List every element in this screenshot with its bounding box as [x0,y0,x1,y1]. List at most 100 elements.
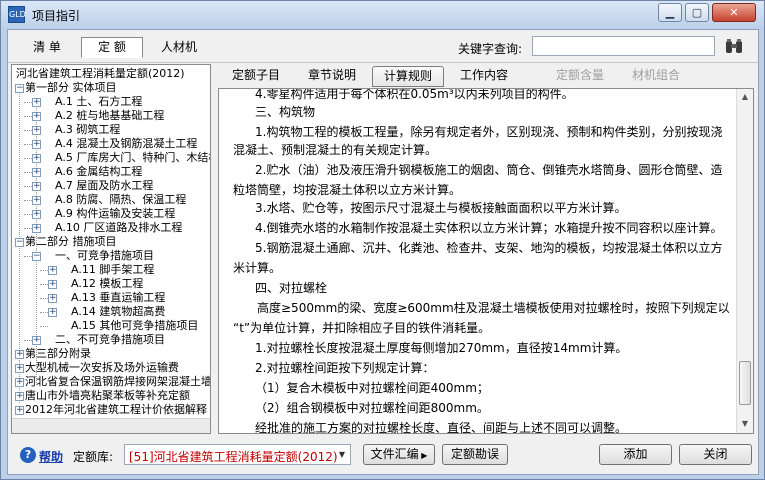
collapse-icon[interactable]: − [15,238,24,247]
expand-icon[interactable]: + [48,280,57,289]
tree-node-label: A.11 脚手架工程 [71,263,155,276]
expand-icon[interactable]: + [32,196,41,205]
close-window-button[interactable]: ✕ [712,3,756,22]
expand-icon[interactable]: + [32,126,41,135]
rule-text-line: 四、对拉螺栓 [255,281,328,295]
tree-connector [40,312,48,313]
expand-icon[interactable]: + [15,364,24,373]
expand-icon[interactable]: + [15,392,24,401]
rule-text-line: 4.零星构件适用于每个体积在0.05m³以内未列项目的构件。 [255,88,574,101]
rule-text-line: 混凝土、预制混凝土的有关规定计算。 [233,143,438,157]
tree-node-label: 第二部分 措施项目 [25,235,117,248]
expand-icon[interactable]: + [32,168,41,177]
tree-connector [24,228,32,229]
expand-icon[interactable]: + [32,336,41,345]
tab-bill[interactable]: 清 单 [16,37,78,58]
tab-chapter-notes[interactable]: 章节说明 [296,66,368,87]
tree-node-label: A.2 桩与地基基础工程 [55,109,165,122]
tree-connector [24,200,32,201]
expand-icon[interactable]: + [32,98,41,107]
tree-node-label: A.10 厂区道路及排水工程 [55,221,183,234]
expand-icon[interactable]: + [32,224,41,233]
rule-text-line: “t”为单位计算，并扣除相应子目的铁件消耗量。 [233,321,491,335]
expand-icon[interactable]: + [15,350,24,359]
app-icon: GLD [8,6,26,23]
tree-horizontal-scrollbar[interactable] [12,418,210,433]
tab-work-content[interactable]: 工作内容 [448,66,520,87]
tree-node-label: A.4 混凝土及钢筋混凝土工程 [55,137,198,150]
expand-icon[interactable]: + [48,294,57,303]
tree-connector [24,214,32,215]
rule-text-line: 3.水塔、贮仓等，按图示尺寸混凝土与模板接触面面积以平方米计算。 [255,201,627,215]
rule-text-line: 粒塔筒壁，均按混凝土体积以立方米计算。 [233,183,462,197]
tree-node-label: 大型机械一次安拆及场外运输费 [25,361,179,374]
tree-connector [24,256,32,257]
restore-button[interactable]: ▢ [685,3,709,22]
tree-node-label: 2012年河北省建筑工程计价依据解释 [25,403,207,416]
tree-connector [24,102,32,103]
rule-text-line: 5.钢筋混凝土通廊、沉井、化粪池、检查井、支架、地沟的模板，均按混凝土体积以立方 [255,241,723,255]
collapse-icon[interactable]: − [15,84,24,93]
quota-errata-button[interactable]: 定额勘误 [442,444,508,465]
scroll-up-icon[interactable]: ▲ [738,90,752,104]
help-icon[interactable]: ? [20,447,36,463]
tab-quota[interactable]: 定 额 [81,37,143,58]
tab-quota-content[interactable]: 定额含量 [544,66,616,87]
tree-connector [24,130,32,131]
scroll-down-icon[interactable]: ▼ [738,417,752,431]
scroll-thumb[interactable] [739,361,751,405]
quota-library-select[interactable]: [51]河北省建筑工程消耗量定额(2012) ▼ [124,444,351,465]
expand-icon[interactable]: + [32,154,41,163]
tree-connector [40,298,48,299]
rule-text-line: 三、构筑物 [255,105,316,119]
expand-icon[interactable]: + [32,112,41,121]
dropdown-arrow-icon[interactable]: ▼ [334,445,350,464]
tab-calculation-rules[interactable]: 计算规则 [372,66,444,87]
rule-text-line: 4.倒锥壳水塔的水箱制作按混凝土实体积以立方米计算；水箱提升按不同容积以座计算。 [255,221,723,235]
binoculars-icon[interactable] [724,38,744,56]
help-link[interactable]: 帮助 [39,448,63,465]
tree-node-label: A.9 构件运输及安装工程 [55,207,176,220]
rule-text-line: （2）组合钢模板中对拉螺栓间距800mm。 [255,401,489,415]
expand-icon[interactable]: + [32,140,41,149]
tree-connector [40,326,48,327]
rules-vertical-scrollbar[interactable]: ▲ ▼ [736,89,753,433]
tab-quota-items[interactable]: 定额子目 [220,66,292,87]
arrow-right-icon: ▶ [418,451,428,460]
tree-node-label: 河北省复合保温钢筋焊接网架混凝土墙 [25,375,211,388]
detail-tab-bar: 定额子目 章节说明 计算规则 工作内容 定额含量 材机组合 [216,64,756,88]
rule-text-line: 高度≥500mm的梁、宽度≥600mm柱及混凝土墙模板使用对拉螺栓时，按照下列规… [257,301,730,315]
keyword-search-label: 关键字查询: [458,42,523,56]
tree-node-label: A.1 土、石方工程 [55,95,143,108]
quota-library-value: [51]河北省建筑工程消耗量定额(2012) [129,450,338,464]
tab-labor-material-machine[interactable]: 人材机 [147,37,211,58]
tree-node-label: 一、可竞争措施项目 [55,249,154,262]
close-button[interactable]: 关闭 [679,444,752,465]
minimize-button[interactable]: ▁ [658,3,682,22]
keyword-search-input[interactable] [532,36,715,56]
rule-text-line: 2.对拉螺栓间距按下列规定计算： [255,361,435,375]
tree-node-label: A.14 建筑物超高费 [71,305,166,318]
expand-icon[interactable]: + [32,210,41,219]
tree-node-label: A.8 防腐、隔热、保温工程 [55,193,187,206]
project-guide-window: GLD 项目指引 ▁ ▢ ✕ 清 单 定 额 人材机 关键字查询: 河北省建筑工… [0,0,765,480]
tree-node-label: A.3 砌筑工程 [55,123,121,136]
expand-icon[interactable]: + [48,308,57,317]
tree-connector [40,270,48,271]
rules-text-panel: 4.零星构件适用于每个体积在0.05m³以内未列项目的构件。 三、构筑物 1.构筑物… [218,88,754,434]
tree-node-label: A.13 垂直运输工程 [71,291,166,304]
rule-text-line: 2.贮水（油）池及液压滑升钢模板施工的烟囱、筒仓、倒锥壳水塔筒身、圆形仓筒壁、造 [255,163,723,177]
expand-icon[interactable]: + [15,406,24,415]
quota-tree[interactable]: 河北省建筑工程消耗量定额(2012) − 第一部分 实体项目 + A.1 土、石方工程… [11,64,211,434]
collapse-icon[interactable]: − [32,252,41,261]
tab-material-machine-combo[interactable]: 材机组合 [620,66,692,87]
expand-icon[interactable]: + [32,182,41,191]
add-button[interactable]: 添加 [599,444,672,465]
title-bar: GLD 项目指引 ▁ ▢ ✕ [1,1,764,29]
tree-node-label: 二、不可竞争措施项目 [55,333,165,346]
expand-icon[interactable]: + [48,266,57,275]
tree-node-label: 第三部分附录 [25,347,91,360]
expand-icon[interactable]: + [15,378,24,387]
file-summary-button[interactable]: 文件汇编 ▶ [363,444,435,465]
tree-node-label: A.7 屋面及防水工程 [55,179,154,192]
